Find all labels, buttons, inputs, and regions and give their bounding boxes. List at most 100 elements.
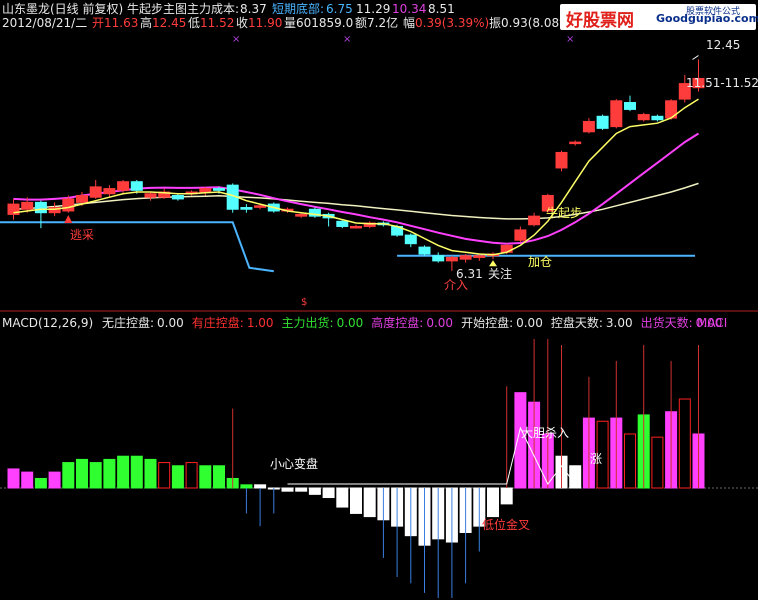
macd-bar [295, 487, 308, 492]
indicator-item-value: 0.00 [336, 316, 364, 330]
candle-body [171, 194, 184, 200]
indicator-item-label: 出货天数: [640, 316, 693, 330]
short-bottom-label: 短期底部: [272, 2, 325, 16]
macd-bar [103, 458, 116, 489]
macd-bar [624, 433, 636, 489]
support-line-upper [0, 221, 274, 273]
change-value: 0.39(3.39%) [415, 16, 490, 30]
candle-body [34, 201, 47, 214]
high-label: 高 [140, 16, 153, 30]
macd-bar [48, 471, 61, 489]
candle-body [144, 193, 157, 198]
site-watermark: 好股票网 Goodgupiao.com 股票软件公式 [560, 4, 758, 31]
candle-body [610, 100, 623, 128]
chart-title: 山东墨龙(日线 前复权) 牛起步主图 [2, 2, 187, 16]
stock-chart: ×××× [0, 20, 758, 598]
macd-bar [34, 477, 47, 489]
macd-bar [117, 455, 130, 489]
date-label: 2012/08/21/二 [2, 16, 88, 30]
support-line [0, 221, 695, 273]
watermark-software: 股票软件公式 [686, 7, 741, 17]
macd-bar [89, 462, 102, 489]
volume-label: 量 [284, 16, 297, 30]
macd-bar [336, 487, 349, 508]
macd-bar [254, 484, 267, 489]
candle-body [213, 188, 225, 191]
indicator-item-value: 0.00 [426, 316, 454, 330]
candlesticks [7, 59, 705, 271]
dizhi-label: 低位金叉 [482, 518, 531, 532]
short-bottom-value: 6.75 [326, 2, 353, 16]
indicator-item-label: 有庄控盘: [191, 316, 244, 330]
macd-bar [213, 465, 225, 489]
macd-bar [308, 487, 321, 495]
candle-body [295, 213, 308, 217]
niuqibu-label: 牛起步 [546, 206, 583, 220]
macd-bar [199, 465, 212, 489]
macd-bar [62, 462, 75, 489]
jieru-label: 介入 [444, 278, 469, 292]
maci-label: MACI [697, 316, 728, 330]
candle-body [445, 256, 458, 262]
candle-body [21, 201, 34, 210]
macd-bar [281, 487, 294, 492]
candle-body [130, 181, 143, 191]
xiaoxin-label: 小心变盘 [270, 457, 319, 471]
indicator-item-label: 主力出货: [281, 316, 334, 330]
candle-body [624, 102, 636, 110]
candle-body [117, 181, 130, 191]
guanzhu-label: 关注 [488, 267, 513, 281]
macd-bar [514, 392, 527, 489]
macd-title: MACD(12,26,9) [2, 316, 94, 330]
candle-body [199, 188, 212, 193]
open-label: 开 [92, 16, 105, 30]
candle-body [500, 244, 513, 253]
candle-body [62, 198, 75, 212]
macd-bar [76, 458, 88, 489]
macd-bar [240, 484, 253, 489]
main-cost-label: 主力成本: [187, 2, 240, 16]
macd-bar [171, 465, 184, 489]
indicator-items: 无庄控盘: 0.00 有庄控盘: 1.00 主力出货: 0.00 高度控盘: 0.00 开始控盘… [102, 316, 730, 330]
high-mark-label: 12.45 [706, 38, 741, 52]
indicator-item-value: 0.00 [157, 316, 184, 330]
candle-body [404, 234, 417, 245]
value-2: 10.34 [392, 2, 427, 16]
macd-bar [363, 487, 376, 518]
ma-short-path [13, 98, 699, 256]
macd-bar [651, 436, 664, 489]
candle-body [103, 188, 116, 195]
close-label: 收 [236, 16, 249, 30]
x-marker: × [232, 34, 240, 45]
amplitude-label: 振 [489, 16, 502, 30]
star-marker-left [64, 215, 73, 224]
macd-bar [21, 471, 34, 489]
open-value: 11.63 [104, 16, 139, 30]
candle-body [555, 151, 568, 169]
candle-body [418, 246, 431, 255]
dollar-marker: $ [301, 297, 308, 308]
candle-body [89, 186, 102, 198]
zhang-label: 涨 [590, 452, 603, 466]
candle-body [350, 225, 362, 229]
candle-body [596, 115, 609, 129]
macd-bar [185, 462, 198, 489]
amount-value: 7.2亿 [367, 16, 399, 30]
indicator-item-label: 开始控盘: [461, 316, 514, 330]
watermark-site-name: 好股票网 [566, 11, 634, 31]
change-label: 幅 [403, 16, 416, 30]
macd-bar [569, 465, 582, 489]
candle-body [514, 229, 527, 241]
macd-bar [322, 487, 335, 499]
value-1: 11.29 [356, 2, 391, 16]
macd-bar [7, 468, 20, 489]
candle-body [336, 220, 349, 227]
x-marker: × [566, 34, 574, 45]
x-marker: × [343, 34, 351, 45]
macd-bar [678, 398, 691, 489]
macd-bar [158, 462, 171, 489]
candle-body [76, 194, 88, 203]
volume-value: 601859.0 [296, 16, 354, 30]
candle-body [473, 255, 486, 258]
indicator-item-label: 控盘天数: [550, 316, 603, 330]
